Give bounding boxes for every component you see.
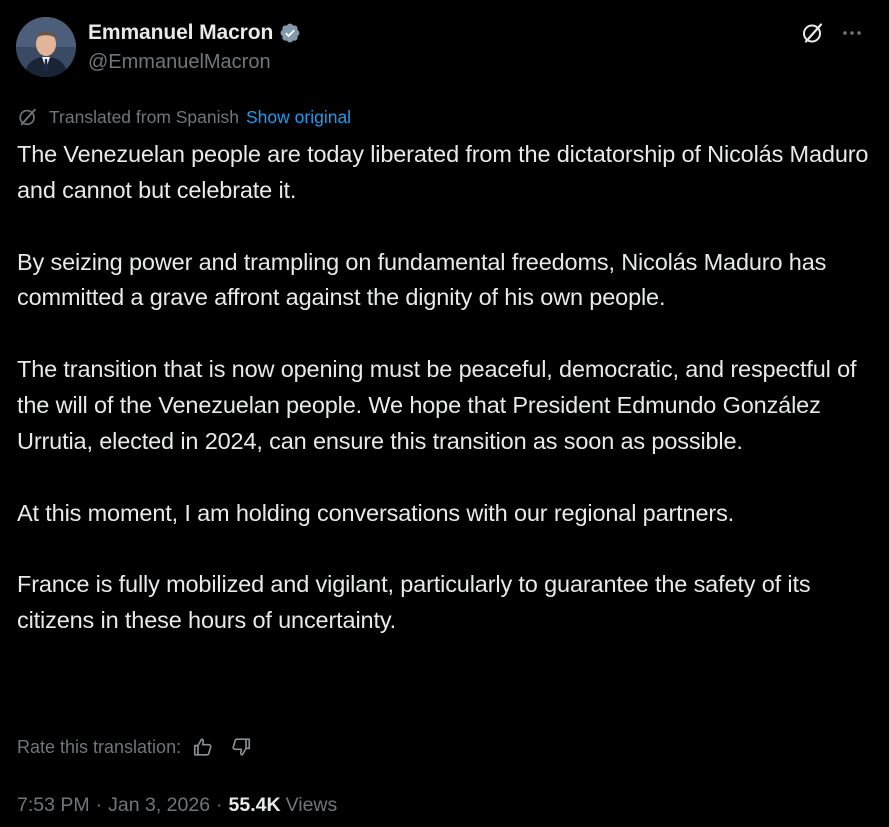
thumbs-down-button[interactable] — [229, 735, 253, 759]
author-handle[interactable]: @EmmanuelMacron — [88, 51, 271, 74]
tweet-date[interactable]: Jan 3, 2026 — [108, 794, 210, 817]
grok-icon — [803, 23, 823, 43]
meta-separator: · — [216, 793, 223, 816]
thumbs-up-icon — [194, 738, 212, 756]
author-display-name[interactable]: Emmanuel Macron — [88, 21, 273, 45]
translation-label: Translated from Spanish — [49, 106, 239, 127]
meta-separator: · — [95, 793, 103, 816]
thumbs-up-button[interactable] — [191, 735, 215, 759]
more-options-button[interactable] — [836, 19, 868, 47]
grok-button[interactable] — [799, 19, 827, 47]
thumbs-down-icon — [232, 738, 251, 756]
rate-translation-row: Rate this translation: — [17, 734, 253, 760]
more-options-icon — [843, 31, 861, 35]
author-name-row: Emmanuel Macron — [88, 20, 301, 46]
show-original-link[interactable]: Show original — [246, 107, 351, 128]
avatar-image — [16, 17, 76, 77]
views-label: Views — [285, 793, 338, 816]
tweet-paragraph: The Venezuelan people are today liberate… — [17, 141, 869, 203]
tweet-time[interactable]: 7:53 PM — [17, 794, 90, 817]
verified-badge-icon[interactable] — [279, 22, 301, 44]
rate-translation-label: Rate this translation: — [17, 736, 182, 757]
tweet-paragraph: The transition that is now opening must … — [17, 356, 857, 454]
tweet-paragraph: France is fully mobilized and vigilant, … — [17, 571, 811, 634]
translation-notice: Translated from Spanish Show original — [17, 105, 351, 129]
tweet-detail: Emmanuel Macron @EmmanuelMacron Translat… — [0, 0, 889, 827]
tweet-paragraph: By seizing power and trampling on fundam… — [17, 248, 827, 311]
avatar[interactable] — [16, 17, 76, 77]
tweet-text: The Venezuelan people are today liberate… — [17, 137, 877, 639]
views-count: 55.4K — [228, 793, 281, 816]
tweet-paragraph: At this moment, I am holding conversatio… — [17, 499, 735, 526]
tweet-meta: 7:53 PM · Jan 3, 2026 · 55.4K Views — [17, 792, 337, 818]
translate-icon — [17, 106, 39, 128]
